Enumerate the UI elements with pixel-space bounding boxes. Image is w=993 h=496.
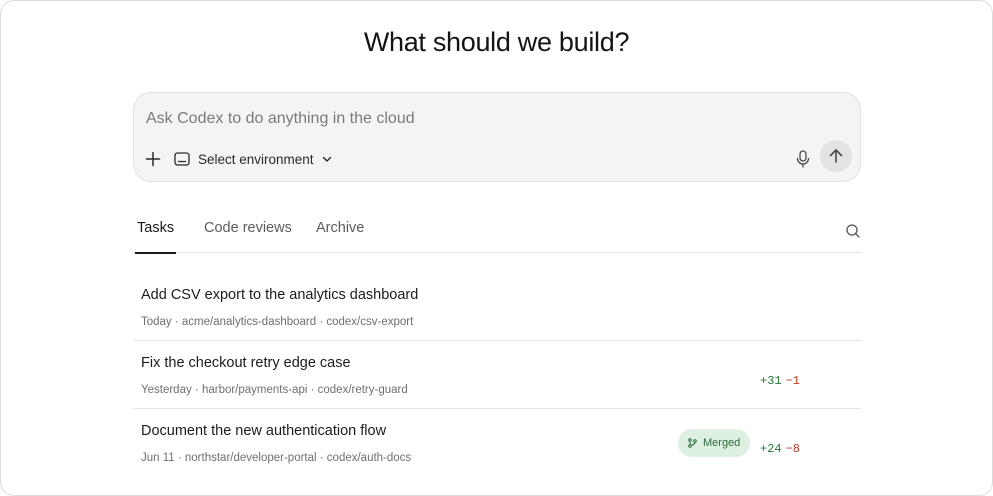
search-icon [846, 224, 860, 238]
additions-count: +31 [760, 374, 782, 388]
task-meta: Yesterday · harbor/payments-api · codex/… [141, 384, 408, 396]
additions-count: +24 [760, 442, 782, 456]
task-row[interactable]: Fix the checkout retry edge case Yesterd… [133, 341, 861, 409]
environment-label: Select environment [198, 151, 314, 167]
send-button[interactable] [820, 140, 852, 172]
app-window: What should we build? Select environment [0, 0, 993, 496]
search-button[interactable] [845, 223, 861, 239]
git-merge-icon [688, 438, 697, 448]
task-composer: Select environment [133, 92, 861, 182]
prompt-input[interactable] [146, 107, 826, 131]
dictation-button[interactable] [792, 147, 814, 171]
add-attachment-button[interactable] [142, 148, 164, 170]
deletions-count: −1 [785, 374, 801, 388]
merged-status-badge: Merged [678, 429, 751, 457]
plus-icon [145, 151, 161, 167]
diff-stats: +24 −8 [760, 442, 800, 456]
chevron-down-icon [322, 156, 331, 162]
tab-tasks[interactable]: Tasks [134, 220, 177, 254]
task-meta: Jun 11 · northstar/developer-portal · co… [141, 452, 412, 464]
tab-archive[interactable]: Archive [316, 220, 364, 253]
task-row[interactable]: Add CSV export to the analytics dashboar… [133, 273, 861, 341]
badge-label: Merged [703, 437, 741, 449]
task-meta: Today · acme/analytics-dashboard · codex… [141, 316, 414, 328]
task-title: Add CSV export to the analytics dashboar… [141, 287, 419, 303]
tab-code-reviews[interactable]: Code reviews [204, 220, 292, 253]
arrow-up-icon [829, 149, 843, 163]
task-tabs: Tasks Code reviews Archive [133, 207, 861, 254]
microphone-icon [796, 150, 810, 168]
diff-stats: +31 −1 [760, 374, 800, 388]
environment-icon [174, 152, 190, 166]
task-title: Fix the checkout retry edge case [141, 355, 351, 371]
deletions-count: −8 [785, 442, 801, 456]
task-row[interactable]: Document the new authentication flow Jun… [133, 409, 861, 477]
task-title: Document the new authentication flow [141, 423, 387, 439]
select-environment-button[interactable]: Select environment [174, 148, 332, 170]
page-title: What should we build? [363, 27, 630, 57]
